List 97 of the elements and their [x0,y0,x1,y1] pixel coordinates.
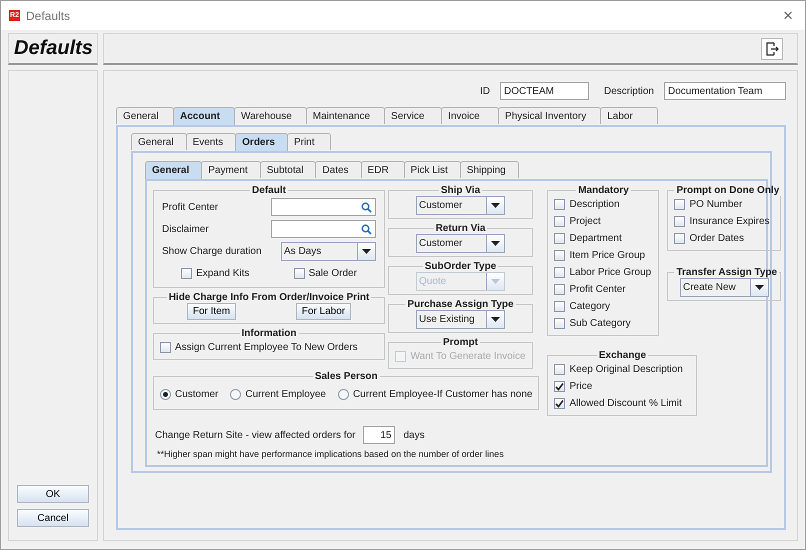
checkbox-box[interactable] [181,268,192,278]
checkbox[interactable]: Sale Order [294,268,357,278]
tab[interactable]: Shipping [460,161,519,178]
checkbox-box[interactable] [554,250,566,261]
group-title: Default [251,185,287,196]
exit-icon[interactable] [761,38,783,60]
tab[interactable]: General [131,133,187,150]
group-title: Information [240,328,298,339]
checkbox[interactable]: Description [554,199,620,210]
field-label: Profit Center [162,202,218,212]
checkbox-box[interactable] [554,381,566,392]
checkbox-box[interactable] [554,284,566,295]
group-title: Return Via [434,223,486,234]
dropdown[interactable]: Customer [416,196,505,215]
description-field[interactable]: Documentation Team [664,82,786,100]
button[interactable]: For Labor [296,303,352,320]
radio-circle[interactable] [160,389,171,400]
checkbox[interactable]: Allowed Discount % Limit [554,398,682,409]
checkbox[interactable]: Expand Kits [181,268,250,278]
dropdown[interactable]: As Days [281,242,376,260]
checkbox[interactable]: Assign Current Employee To New Orders [160,342,358,353]
search-icon[interactable] [361,202,372,212]
checkbox[interactable]: Category [554,301,610,312]
checkbox[interactable]: Project [554,216,601,227]
checkbox-box[interactable] [674,233,686,244]
tab[interactable]: General [145,161,202,179]
group-title: Mandatory [577,185,630,196]
checkbox-box[interactable] [554,216,566,227]
checkbox[interactable]: Insurance Expires [674,216,770,227]
caret-icon [362,248,371,254]
group-title: Hide Charge Info From Order/Invoice Print [168,292,370,303]
id-label: ID [480,86,490,96]
group-title: Exchange [598,350,648,361]
checkbox-box[interactable] [554,301,566,312]
tab[interactable]: Account [173,107,235,125]
cancel-button[interactable]: Cancel [17,509,89,527]
days-field[interactable]: 15 [363,426,396,444]
group-title: Prompt on Done Only [675,185,780,196]
checkbox[interactable]: PO Number [674,199,742,210]
checkbox-box[interactable] [294,268,305,278]
group-title: Sales Person [314,371,379,382]
dropdown[interactable]: Use Existing [416,310,505,329]
tab[interactable]: Labor [600,107,658,124]
checkbox-box[interactable] [554,364,566,375]
radio-button[interactable]: Current Employee [230,389,326,400]
tab[interactable]: Orders [235,133,288,151]
field-label: Change Return Site - view affected orders for [155,430,356,440]
radio-button[interactable]: Current Employee-If Customer has none [338,389,532,400]
radio-circle[interactable] [338,389,349,400]
tab[interactable]: General [116,107,174,124]
radio-circle[interactable] [230,389,242,400]
checkbox-box[interactable] [160,342,171,353]
id-field[interactable]: DOCTEAM [500,82,589,100]
group-title: Transfer Assign Type [675,267,778,278]
ok-button[interactable]: OK [17,485,89,503]
window-title: Defaults [26,8,72,22]
caret-icon [491,279,500,284]
search-icon[interactable] [361,224,372,234]
checkbox-box[interactable] [554,233,566,244]
description-label: Description [604,86,654,96]
checkbox[interactable]: Item Price Group [554,250,646,261]
checkbox[interactable]: Department [554,233,622,244]
group-title: Ship Via [440,185,482,196]
group-title: Purchase Assign Type [406,299,515,310]
unit-label: days [403,430,425,440]
checkbox[interactable]: Keep Original Description [554,364,683,375]
checkbox-box[interactable] [554,199,566,210]
checkbox-box[interactable] [554,267,566,278]
checkbox-box[interactable] [674,216,686,227]
tab[interactable]: Print [286,133,331,150]
checkbox[interactable]: Price [554,381,592,392]
field-label: Show Charge duration [162,246,262,256]
close-button[interactable]: × [779,6,797,26]
caret-icon [754,285,764,290]
tab[interactable]: Payment [201,161,261,178]
caret-icon [491,317,500,322]
checkbox[interactable]: Order Dates [674,233,744,244]
button[interactable]: For Item [186,303,236,320]
field-label: Disclaimer [162,224,209,234]
lookup-field[interactable] [271,198,376,216]
checkbox[interactable]: Profit Center [554,284,626,295]
caret-icon [491,241,500,246]
checkbox-box[interactable] [554,398,566,409]
checkbox[interactable]: Sub Category [554,318,631,329]
radio-button[interactable]: Customer [160,389,218,400]
group-title: SubOrder Type [424,261,498,272]
group-title: Prompt [442,337,479,348]
checkbox-box[interactable] [554,318,566,329]
page-title: Defaults [13,37,93,60]
lookup-field[interactable] [271,220,376,238]
tab[interactable]: Physical Inventory [498,107,602,124]
checkbox-box[interactable] [674,199,686,210]
dropdown[interactable]: Create New [680,278,769,297]
checkbox[interactable]: Labor Price Group [554,267,652,278]
note-text: **Higher span might have performance implications based on the number of order lines [156,449,505,459]
caret-icon [491,203,500,208]
dropdown[interactable]: Customer [416,234,505,253]
